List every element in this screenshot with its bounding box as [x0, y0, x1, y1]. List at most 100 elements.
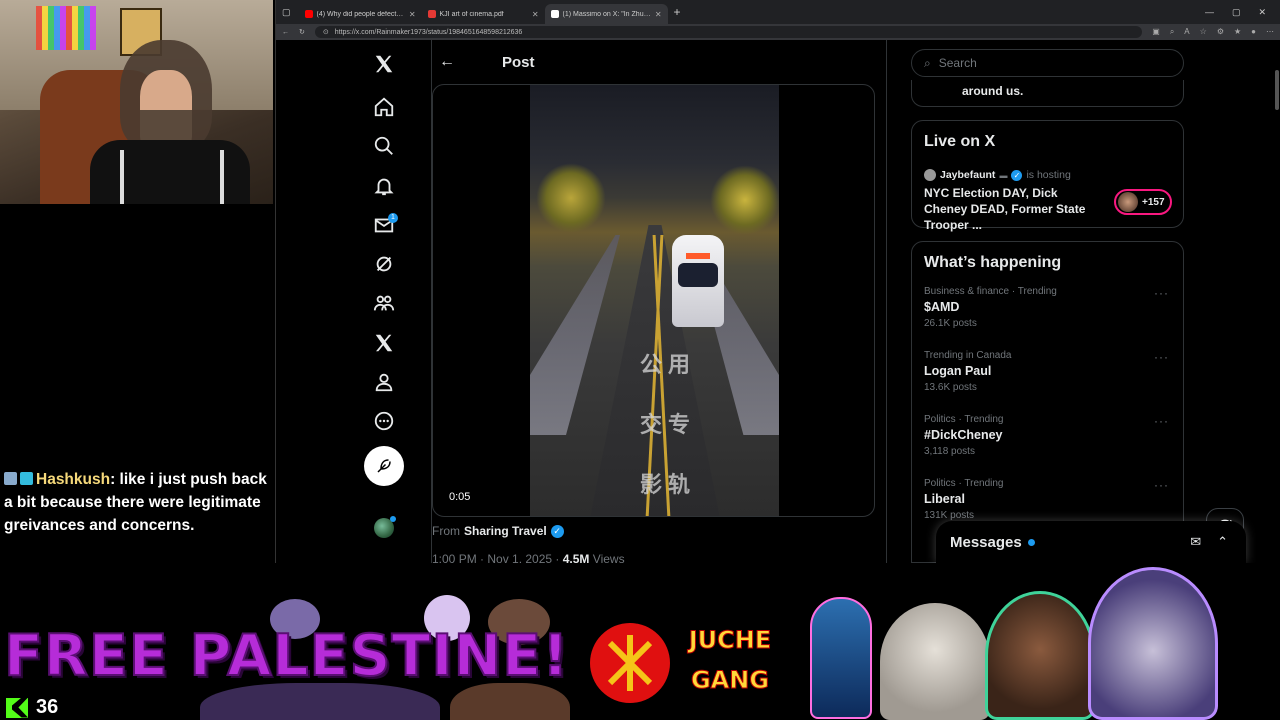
x-logo-icon[interactable]	[362, 46, 406, 82]
tab-title: (1) Massimo on X: "In Zhuzhou, C...	[562, 10, 651, 18]
browser-window: ▢ (4) Why did people defect from t... ✕ …	[275, 0, 1280, 566]
browser-tab[interactable]: (4) Why did people defect from t... ✕	[299, 4, 422, 24]
verified-badge-icon: ✓	[550, 524, 564, 538]
browser-tab[interactable]: KJI art of cinema.pdf ✕	[422, 4, 545, 24]
premium-x-icon[interactable]	[362, 325, 406, 361]
tab-bar: ▢ (4) Why did people defect from t... ✕ …	[276, 0, 1280, 24]
viewer-counter: 36	[6, 696, 58, 719]
notifications-bell-icon[interactable]	[362, 168, 406, 204]
new-tab-icon[interactable]: +	[674, 5, 681, 19]
bookmark-star-icon[interactable]: ☆	[1200, 27, 1207, 37]
close-window-icon[interactable]: ✕	[1258, 7, 1266, 18]
minimize-icon[interactable]: —	[1205, 7, 1214, 18]
chat-username: Hashkush	[36, 471, 111, 488]
listener-avatar	[1118, 192, 1138, 212]
messages-envelope-icon[interactable]: 1	[362, 207, 406, 243]
sticker-face	[985, 591, 1095, 720]
gang-line: GANG	[690, 666, 770, 695]
compose-post-button[interactable]	[364, 446, 404, 486]
trend-name: Liberal	[924, 492, 965, 506]
extensions-icon[interactable]: ⚙	[1217, 27, 1224, 37]
search-icon: ⌕	[924, 55, 931, 70]
trend-count: 3,118 posts	[924, 446, 975, 457]
trend-item[interactable]: Politics · Trending #DickCheney 3,118 po…	[924, 414, 1171, 478]
profile-icon[interactable]: ●	[1251, 27, 1256, 37]
source-account-link[interactable]: Sharing Travel	[464, 524, 547, 538]
page-title: Post	[502, 53, 535, 71]
read-aloud-icon[interactable]: A	[1184, 27, 1189, 37]
happening-title: What’s happening	[924, 254, 1062, 271]
rainbow-flag-icon: ▬	[999, 170, 1008, 180]
verified-badge-icon: ✓	[1011, 169, 1023, 181]
host-line: Jaybefaunt ▬ ✓ is hosting	[924, 169, 1171, 181]
new-message-icon[interactable]: ✉	[1190, 534, 1201, 550]
video-content[interactable]: 公 用 交 专 影 轨 诗 智	[530, 85, 779, 516]
listener-count: +157	[1142, 196, 1165, 208]
trend-item[interactable]: Trending in Canada Logan Paul 13.6K post…	[924, 350, 1171, 414]
cast-icon[interactable]: ▣	[1152, 27, 1160, 37]
live-listeners-badge[interactable]: +157	[1114, 189, 1172, 215]
communities-icon[interactable]	[362, 285, 406, 321]
profile-icon[interactable]	[362, 364, 406, 400]
trend-context: Business & finance · Trending	[924, 286, 1057, 297]
unread-dot	[1027, 538, 1035, 546]
more-dots-icon[interactable]: ···	[1154, 414, 1169, 428]
browser-tab-active[interactable]: (1) Massimo on X: "In Zhuzhou, C... ✕	[544, 4, 668, 24]
home-icon[interactable]	[362, 89, 406, 125]
more-dots-icon[interactable]: ···	[1154, 286, 1169, 300]
trend-context: Politics · Trending	[924, 414, 1004, 425]
previous-card: around us.	[911, 80, 1184, 107]
reload-icon[interactable]: ↻	[299, 28, 305, 36]
post-header: ← Post	[432, 40, 886, 84]
menu-icon[interactable]: ⋯	[1266, 27, 1274, 37]
messages-title: Messages	[950, 533, 1022, 551]
favorites-icon[interactable]: ★	[1234, 27, 1241, 37]
video-player[interactable]: 公 用 交 专 影 轨 诗 智 0:05	[432, 84, 875, 517]
close-tab-icon[interactable]: ✕	[655, 10, 662, 19]
whats-happening-card: What’s happening Business & finance · Tr…	[911, 241, 1184, 563]
close-tab-icon[interactable]: ✕	[532, 10, 539, 19]
trend-item[interactable]: Business & finance · Trending $AMD 26.1K…	[924, 286, 1171, 350]
more-dots-icon[interactable]: ···	[1154, 478, 1169, 492]
pdf-favicon-icon	[427, 10, 436, 18]
search-input[interactable]: ⌕ Search	[911, 49, 1184, 77]
feather-icon	[377, 459, 391, 473]
grok-icon[interactable]	[362, 246, 406, 282]
trend-name: Logan Paul	[924, 364, 992, 378]
messages-drawer[interactable]: Messages ✉ ⌃	[936, 521, 1246, 563]
url-field[interactable]: ⊙ https://x.com/Rainmaker1973/status/198…	[314, 26, 1143, 38]
chat-badge-icon	[20, 472, 33, 485]
expand-chevron-icon[interactable]: ⌃	[1217, 534, 1228, 550]
video-timestamp: 0:05	[449, 491, 471, 503]
account-avatar[interactable]	[374, 516, 396, 538]
tab-list-icon[interactable]: ▢	[282, 7, 291, 18]
back-arrow-icon[interactable]: ←	[432, 47, 462, 77]
x-favicon-icon	[550, 10, 559, 18]
zoom-icon[interactable]: ⌕	[1170, 27, 1174, 37]
more-options-icon[interactable]	[362, 403, 406, 439]
chat-badge-icon	[4, 472, 17, 485]
site-info-icon[interactable]: ⊙	[323, 28, 329, 36]
sticker-cat	[880, 603, 990, 720]
back-nav-icon[interactable]: ←	[282, 29, 289, 36]
from-label: From	[432, 524, 460, 538]
close-tab-icon[interactable]: ✕	[409, 10, 416, 19]
tab-title: (4) Why did people defect from t...	[316, 10, 405, 18]
sticker-leader	[810, 597, 872, 719]
trend-count: 13.6K posts	[924, 382, 977, 393]
x-page: 1 ← Post 公 用 交 专 影 轨 0:05 From Sharing T…	[276, 40, 1280, 566]
maximize-icon[interactable]: ▢	[1232, 7, 1241, 18]
live-title: Live on X	[924, 133, 996, 150]
more-dots-icon[interactable]: ···	[1154, 350, 1169, 364]
video-source-line: From Sharing Travel ✓	[432, 524, 564, 538]
search-icon[interactable]	[362, 128, 406, 164]
live-space-title[interactable]: NYC Election DAY, Dick Cheney DEAD, Form…	[924, 185, 1104, 233]
host-name[interactable]: Jaybefaunt	[940, 169, 995, 181]
page-scrollbar[interactable]	[1275, 70, 1279, 110]
live-on-x-card[interactable]: Live on X Jaybefaunt ▬ ✓ is hosting NYC …	[911, 120, 1184, 232]
toolbar-icons: ▣ ⌕ A ☆ ⚙ ★ ● ⋯	[1152, 27, 1274, 37]
trend-count: 26.1K posts	[924, 318, 977, 329]
juche-line: JUCHE	[688, 626, 772, 655]
search-placeholder: Search	[938, 56, 977, 70]
tab-title: KJI art of cinema.pdf	[439, 10, 504, 18]
